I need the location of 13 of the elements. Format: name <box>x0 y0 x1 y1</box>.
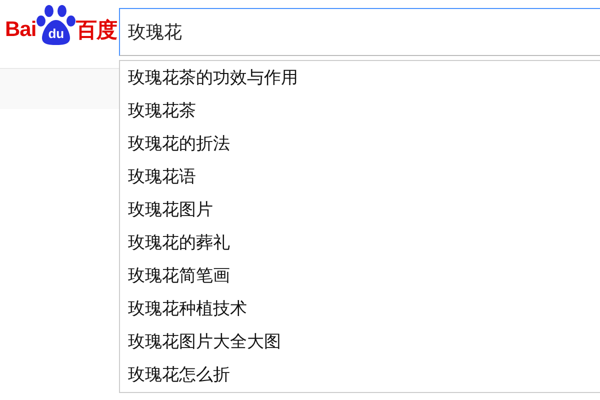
logo-text: 百度 <box>76 18 118 44</box>
suggestion-item[interactable]: 玫瑰花简笔画 <box>128 260 600 293</box>
suggestion-item[interactable]: 玫瑰花怎么折 <box>128 359 600 392</box>
search-field[interactable]: 玫瑰花 <box>119 8 600 56</box>
suggestion-item[interactable]: 玫瑰花图片 <box>128 194 600 227</box>
suggestion-item[interactable]: 玫瑰花的葬礼 <box>128 227 600 260</box>
suggestion-item[interactable]: 玫瑰花的折法 <box>128 128 600 161</box>
logo-text: Bai <box>5 18 36 42</box>
suggestion-item[interactable]: 玫瑰花语 <box>128 161 600 194</box>
suggestion-item[interactable]: 玫瑰花茶 <box>128 95 600 128</box>
suggestion-item[interactable]: 玫瑰花图片大全大图 <box>128 326 600 359</box>
suggestion-item[interactable]: 玫瑰花种植技术 <box>128 293 600 326</box>
suggestion-item[interactable]: 玫瑰花茶的功效与作用 <box>128 62 600 95</box>
